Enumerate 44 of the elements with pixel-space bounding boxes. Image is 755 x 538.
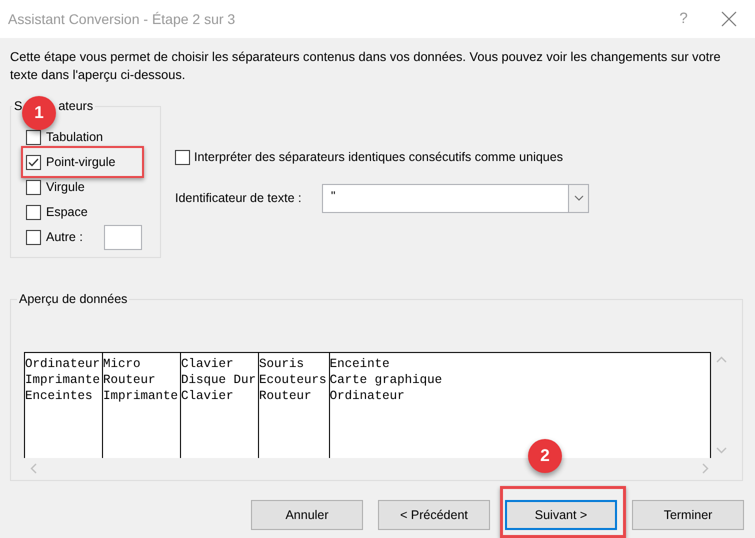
checkbox-label: Tabulation: [46, 129, 103, 146]
field-label: Identificateur de texte :: [175, 190, 302, 207]
checkbox[interactable]: [26, 154, 41, 170]
close-icon: [720, 11, 736, 27]
dialog-button[interactable]: Suivant >: [505, 500, 617, 530]
checkbox[interactable]: [26, 230, 41, 245]
text-qualifier-dropdown[interactable]: ": [322, 184, 589, 213]
table-cell-text: Clavier: [181, 356, 235, 372]
checkbox[interactable]: [26, 130, 41, 145]
checkbox-label: Autre :: [46, 229, 83, 246]
dialog-button[interactable]: Annuler: [251, 500, 363, 530]
dialog-button[interactable]: < Précédent: [378, 500, 490, 530]
checkbox-label: Point-virgule: [46, 154, 116, 171]
table-cell-text: Enceintes: [25, 388, 94, 404]
table-cell-text: Micro: [103, 356, 142, 372]
checkbox-label: Espace: [46, 204, 88, 222]
table-cell-text: Clavier: [181, 388, 235, 404]
group-label: S: [14, 98, 22, 114]
step-badge: 2: [528, 439, 562, 473]
step-badge: 1: [22, 96, 56, 130]
table-cell-text: Ecouteurs: [259, 372, 328, 388]
table-cell-text: Imprimante: [25, 372, 102, 388]
table-cell-text: Routeur: [259, 388, 313, 404]
table-cell-text: Souris: [259, 356, 306, 372]
checkbox-label: Interpréter des séparateurs identiques consécutifs comme uniques: [194, 149, 563, 166]
dialog-button[interactable]: Terminer: [632, 500, 744, 530]
table-cell-text: Routeur: [103, 372, 157, 388]
checkbox[interactable]: [26, 180, 41, 195]
table-cell-text: Ordinateur: [330, 388, 406, 404]
window-title: Assistant Conversion - Étape 2 sur 3: [8, 10, 236, 29]
group-label: ateurs: [58, 98, 94, 114]
table-cell-text: Carte graphique: [330, 372, 444, 388]
table-cell-text: Disque Dur: [181, 372, 258, 388]
table-cell-text: Imprimante: [103, 388, 180, 404]
input-field[interactable]: [104, 225, 142, 250]
checkbox-label: Virgule: [46, 179, 85, 196]
dropdown-value: ": [330, 188, 336, 205]
chevron-down-icon: [574, 195, 584, 202]
group-label: Aperçu de données: [17, 291, 130, 307]
table-cell-text: Ordinateur: [25, 356, 102, 372]
description-text: Cette étape vous permet de choisir les séparateurs contenus dans vos données. Vous pouvez voir les changements sur votre texte dans l'aperçu ci-dessous.: [10, 48, 722, 84]
checkbox[interactable]: [175, 150, 190, 165]
checkbox[interactable]: [26, 205, 41, 220]
table-cell-text: Enceinte: [330, 356, 391, 372]
